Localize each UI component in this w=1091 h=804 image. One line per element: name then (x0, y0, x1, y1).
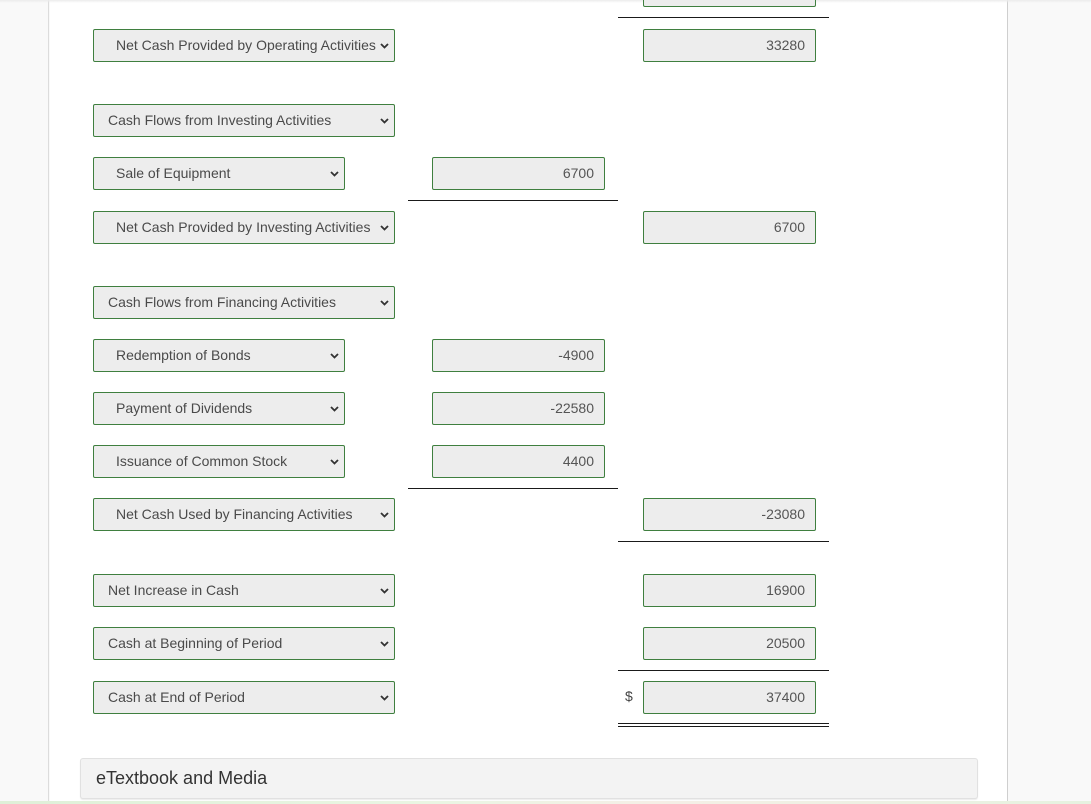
chevron-down-icon (379, 287, 389, 318)
chevron-down-icon (379, 575, 389, 606)
line-item-select-redemption-of-bonds[interactable]: Redemption of Bonds (93, 339, 345, 372)
chevron-down-icon (379, 212, 389, 243)
currency-symbol: $ (625, 688, 633, 704)
subtotal-rule (618, 670, 829, 671)
line-item-select-issuance-of-common-stock[interactable]: Issuance of Common Stock (93, 445, 345, 478)
line-item-select-payment-of-dividends[interactable]: Payment of Dividends (93, 392, 345, 425)
chevron-down-icon (329, 446, 339, 477)
select-value: Sale of Equipment (116, 165, 231, 181)
amount-field-redemption-of-bonds[interactable]: -4900 (432, 339, 605, 372)
total-field-cash-beginning[interactable]: 20500 (643, 627, 816, 660)
amount-field-issuance-of-common-stock[interactable]: 4400 (432, 445, 605, 478)
total-field-net-financing[interactable]: -23080 (643, 498, 816, 531)
line-item-select-sale-of-equipment[interactable]: Sale of Equipment (93, 157, 345, 190)
select-value: Issuance of Common Stock (116, 453, 288, 469)
chevron-down-icon (329, 393, 339, 424)
select-value: Cash Flows from Financing Activities (108, 294, 336, 310)
left-gutter (0, 0, 49, 804)
amount-field-sale-of-equipment[interactable]: 6700 (432, 157, 605, 190)
select-value: Cash Flows from Investing Activities (108, 112, 332, 128)
line-item-select-cash-end[interactable]: Cash at End of Period (93, 681, 395, 714)
select-value: Net Cash Used by Financing Activities (116, 506, 353, 522)
total-field-net-investing[interactable]: 6700 (643, 211, 816, 244)
amount-field-payment-of-dividends[interactable]: -22580 (432, 392, 605, 425)
chevron-down-icon (379, 628, 389, 659)
select-value: Net Cash Provided by Operating Activitie… (116, 37, 376, 53)
chevron-down-icon (379, 499, 389, 530)
total-field-cash-end[interactable]: 37400 (643, 681, 816, 714)
subtotal-rule (618, 17, 829, 18)
select-value: Net Increase in Cash (108, 582, 239, 598)
previous-total-field[interactable] (643, 0, 816, 7)
etextbook-label: eTextbook and Media (96, 768, 268, 788)
total-field-net-operating[interactable]: 33280 (643, 29, 816, 62)
select-value: Payment of Dividends (116, 400, 253, 416)
line-item-select-net-financing[interactable]: Net Cash Used by Financing Activities (93, 498, 395, 531)
line-item-select-financing-header[interactable]: Cash Flows from Financing Activities (93, 286, 395, 319)
double-underline-rule (618, 723, 829, 727)
total-field-net-increase[interactable]: 16900 (643, 574, 816, 607)
line-item-select-net-increase[interactable]: Net Increase in Cash (93, 574, 395, 607)
top-shadow (0, 0, 1091, 3)
select-value: Redemption of Bonds (116, 347, 251, 363)
subtotal-rule (618, 541, 829, 542)
chevron-down-icon (379, 30, 389, 61)
select-value: Cash at Beginning of Period (108, 635, 283, 651)
chevron-down-icon (379, 105, 389, 136)
chevron-down-icon (329, 158, 339, 189)
etextbook-and-media-button[interactable]: eTextbook and Media (80, 758, 978, 799)
select-value: Net Cash Provided by Investing Activitie… (116, 219, 371, 235)
select-value: Cash at End of Period (108, 689, 245, 705)
line-item-select-net-operating[interactable]: Net Cash Provided by Operating Activitie… (93, 29, 395, 62)
subtotal-rule (408, 488, 618, 489)
subtotal-rule (408, 200, 618, 201)
line-item-select-net-investing[interactable]: Net Cash Provided by Investing Activitie… (93, 211, 395, 244)
chevron-down-icon (379, 682, 389, 713)
line-item-select-cash-beginning[interactable]: Cash at Beginning of Period (93, 627, 395, 660)
chevron-down-icon (329, 340, 339, 371)
line-item-select-investing-header[interactable]: Cash Flows from Investing Activities (93, 104, 395, 137)
